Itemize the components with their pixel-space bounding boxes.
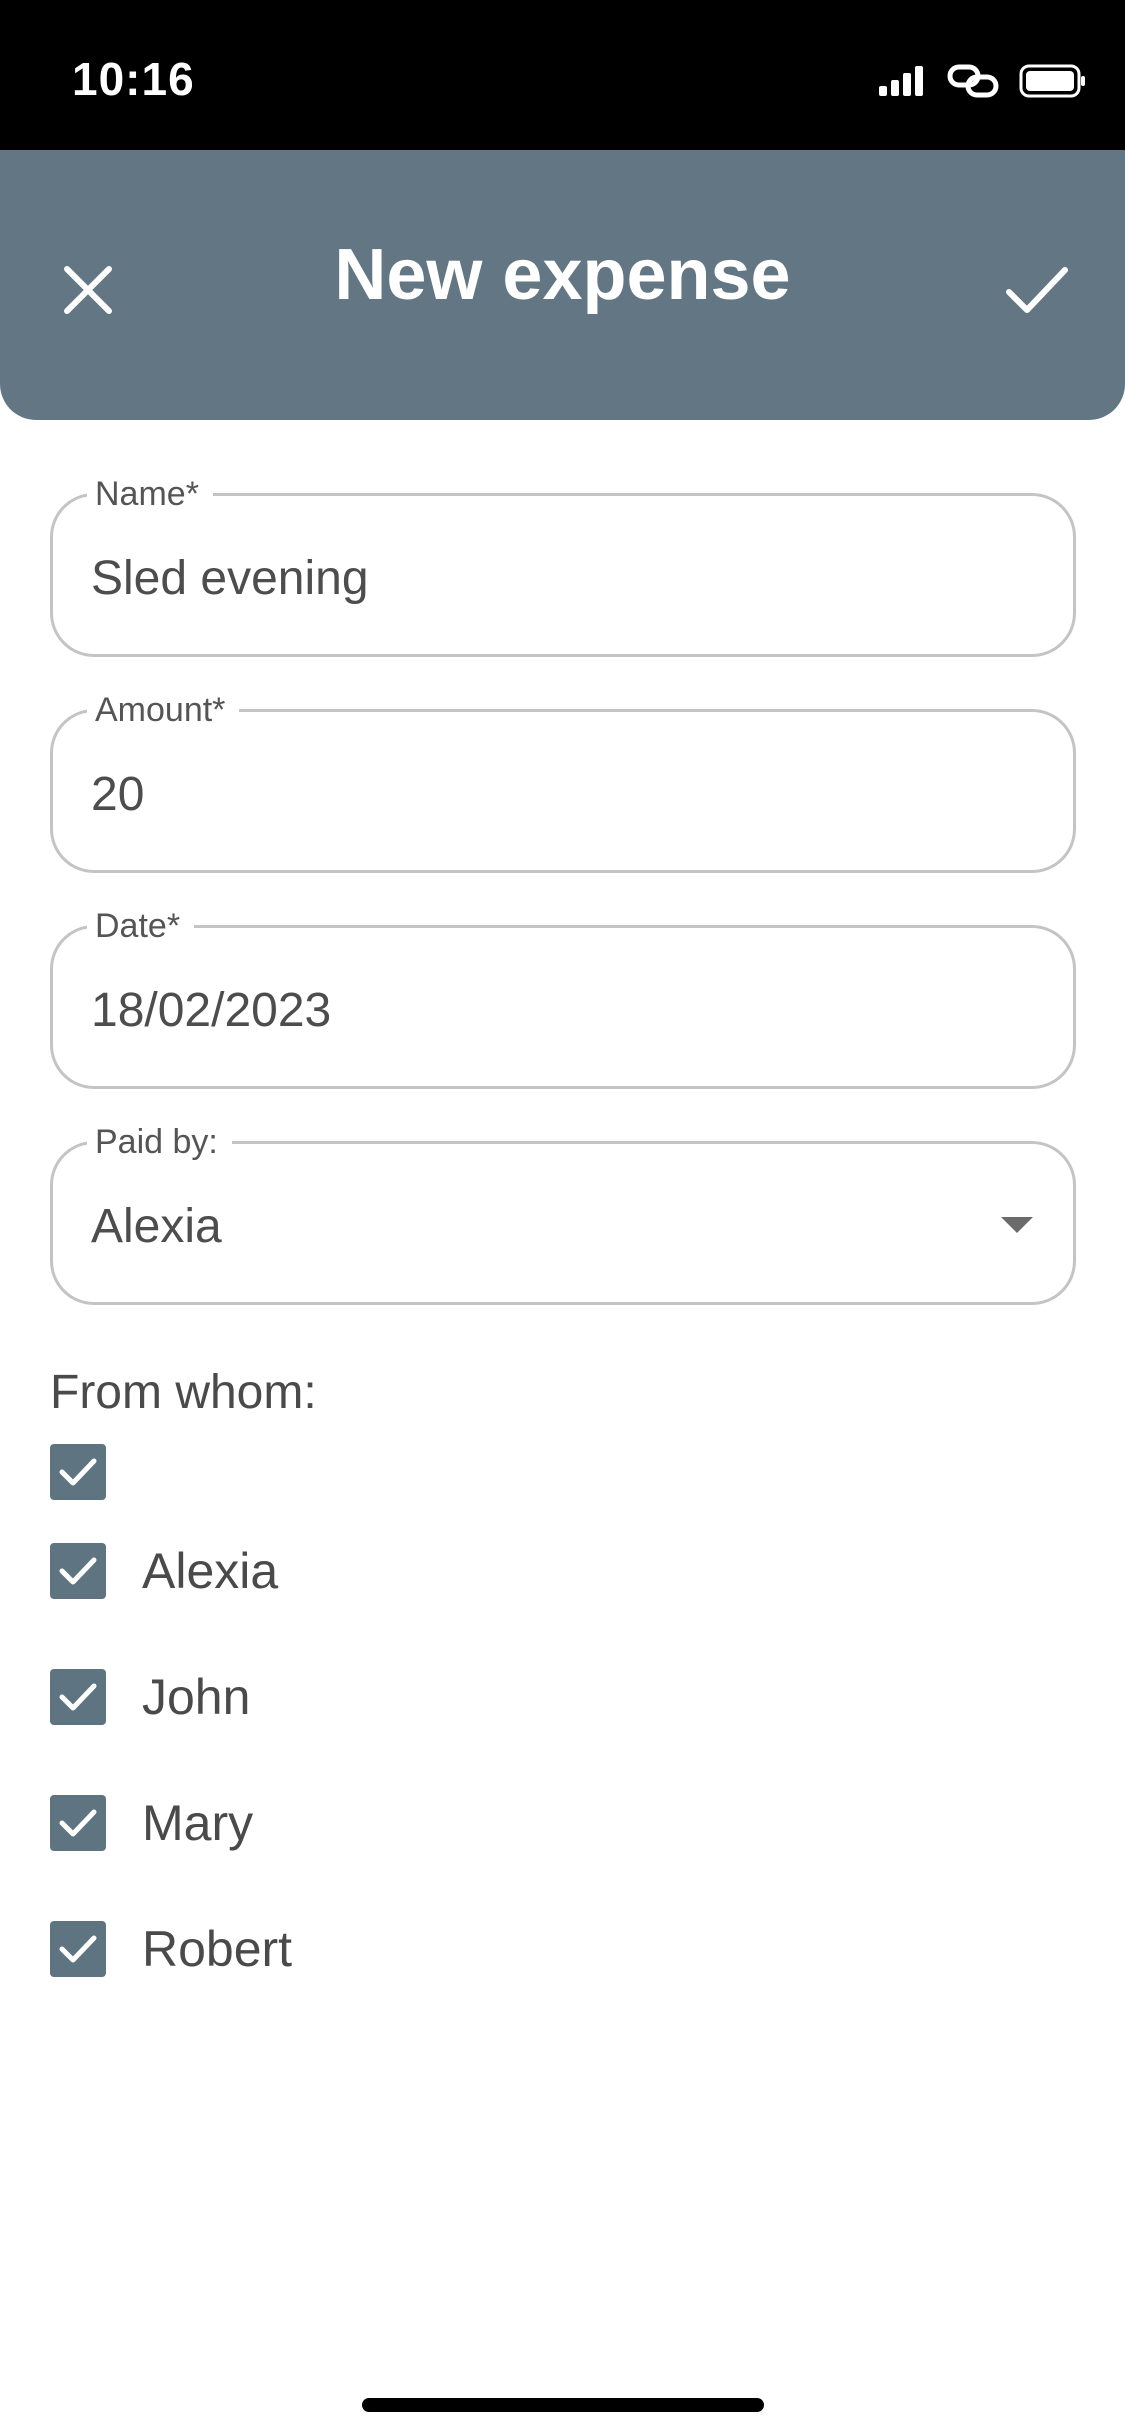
date-field[interactable]: Date* bbox=[50, 904, 1076, 1089]
select-all-checkbox[interactable] bbox=[50, 1444, 106, 1500]
person-name: Robert bbox=[142, 1921, 293, 1977]
person-name: John bbox=[142, 1669, 251, 1725]
checkmark-icon bbox=[59, 1557, 97, 1585]
paid-by-value: Alexia bbox=[91, 1200, 222, 1253]
person-checkbox-mary[interactable] bbox=[50, 1795, 106, 1851]
home-indicator[interactable] bbox=[362, 2398, 764, 2412]
person-row-robert: Robert bbox=[50, 1919, 292, 1979]
person-checkbox-john[interactable] bbox=[50, 1669, 106, 1725]
name-field[interactable]: Name* bbox=[50, 472, 1076, 657]
app-header: New expense bbox=[0, 150, 1125, 420]
confirm-button[interactable] bbox=[997, 250, 1077, 330]
person-name: Alexia bbox=[142, 1543, 279, 1599]
select-all-row bbox=[50, 1442, 106, 1502]
check-icon bbox=[1006, 267, 1068, 313]
date-label: Date* bbox=[87, 904, 195, 948]
person-checkbox-robert[interactable] bbox=[50, 1921, 106, 1977]
link-icon bbox=[947, 64, 999, 103]
amount-field[interactable]: Amount* bbox=[50, 688, 1076, 873]
paid-by-select[interactable]: Paid by: Alexia bbox=[50, 1120, 1076, 1305]
status-bar: 10:16 bbox=[0, 0, 1125, 150]
page-title: New expense bbox=[334, 235, 791, 315]
status-time: 10:16 bbox=[72, 53, 195, 105]
name-input[interactable] bbox=[91, 551, 991, 606]
from-whom-label: From whom: bbox=[50, 1366, 317, 1419]
status-icons bbox=[879, 58, 1087, 108]
dropdown-arrow-icon[interactable] bbox=[1001, 1217, 1033, 1233]
checkmark-icon bbox=[59, 1935, 97, 1963]
name-label: Name* bbox=[87, 472, 213, 516]
battery-icon bbox=[1019, 64, 1087, 103]
amount-label: Amount* bbox=[87, 688, 240, 732]
person-name: Mary bbox=[142, 1795, 254, 1851]
person-row-john: John bbox=[50, 1667, 250, 1727]
paid-by-label: Paid by: bbox=[87, 1120, 232, 1164]
checkmark-icon bbox=[59, 1683, 97, 1711]
checkmark-icon bbox=[59, 1458, 97, 1486]
person-checkbox-alexia[interactable] bbox=[50, 1543, 106, 1599]
signal-icon bbox=[879, 65, 927, 101]
person-row-alexia: Alexia bbox=[50, 1541, 278, 1601]
amount-input[interactable] bbox=[91, 767, 991, 822]
date-input[interactable] bbox=[91, 983, 991, 1038]
checkmark-icon bbox=[59, 1809, 97, 1837]
person-row-mary: Mary bbox=[50, 1793, 253, 1853]
